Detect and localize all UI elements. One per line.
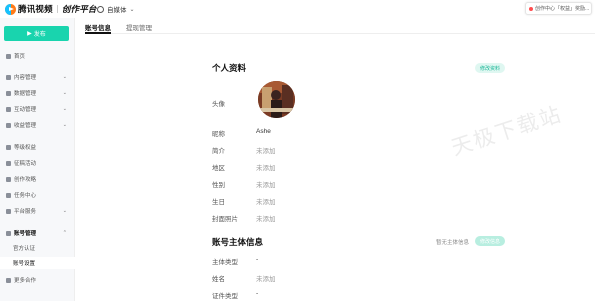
- chevron-down-icon: ⌄: [62, 90, 67, 96]
- sidebar-item-label: 收益管理: [14, 123, 37, 129]
- sidebar-item-label: 互动管理: [14, 107, 37, 113]
- account-type-label: 自媒体: [107, 7, 127, 14]
- sidebar-item-verification[interactable]: 官方认证: [0, 242, 75, 254]
- sidebar-item-cooperation[interactable]: 更多合作: [0, 274, 75, 286]
- chat-icon: [6, 106, 11, 112]
- cover-photo-value: 未添加: [256, 216, 276, 223]
- edit-profile-button[interactable]: 修改资料: [475, 63, 505, 73]
- id-type-label: 证件类型: [212, 293, 238, 300]
- account-type-dropdown[interactable]: 自媒体 ⌄: [97, 4, 135, 14]
- home-icon: [6, 53, 11, 59]
- brand-name: 腾讯视频: [18, 4, 53, 14]
- logo-divider: [56, 5, 58, 13]
- publish-button[interactable]: ▶ 发布: [4, 26, 69, 41]
- main-content: 账号信息 提现管理 个人资料 修改资料 头像 昵称 Ashe 简介 未添加 地区…: [75, 18, 600, 301]
- bio-value: 未添加: [256, 148, 276, 155]
- sidebar: ▶ 发布 首页 内容管理 ⌄ 数据管理 ⌄ 互动管理 ⌄ 收益管理 ⌄ 等级权益…: [0, 18, 75, 301]
- chevron-down-icon: ⌄: [62, 122, 67, 128]
- region-value: 未添加: [256, 165, 276, 172]
- account-type-icon: [97, 5, 104, 13]
- avatar[interactable]: [258, 81, 295, 118]
- badge-icon: [6, 144, 11, 150]
- chevron-up-icon: ⌃: [62, 230, 67, 236]
- sidebar-item-interaction[interactable]: 互动管理 ⌄: [0, 103, 75, 115]
- chevron-down-icon: ⌄: [129, 6, 135, 13]
- tab-bar: 账号信息 提现管理: [85, 18, 595, 34]
- sidebar-item-level[interactable]: 等级权益: [0, 141, 75, 153]
- tab-withdrawal[interactable]: 提现管理: [126, 22, 152, 34]
- sidebar-item-label: 账号管理: [14, 231, 37, 237]
- gender-label: 性别: [212, 182, 225, 189]
- task-icon: [6, 192, 11, 198]
- data-icon: [6, 90, 11, 96]
- region-label: 地区: [212, 165, 225, 172]
- chevron-down-icon: ⌄: [62, 74, 67, 80]
- sidebar-item-tasks[interactable]: 任务中心: [0, 189, 75, 201]
- notification-text: 创作中心「权益」奖励...: [535, 6, 590, 12]
- sidebar-item-guide[interactable]: 创作攻略: [0, 173, 75, 185]
- logo[interactable]: 腾讯视频 创作平台: [5, 3, 97, 15]
- tab-account-info[interactable]: 账号信息: [85, 22, 111, 34]
- publish-label: 发布: [33, 32, 46, 38]
- sidebar-item-services[interactable]: 平台服务 ⌄: [0, 205, 75, 217]
- sidebar-item-revenue[interactable]: 收益管理 ⌄: [0, 119, 75, 131]
- notification-banner[interactable]: 创作中心「权益」奖励...: [525, 2, 592, 15]
- sidebar-item-label: 任务中心: [14, 193, 37, 199]
- account-icon: [6, 230, 11, 236]
- avatar-image: [258, 81, 295, 118]
- sidebar-item-data[interactable]: 数据管理 ⌄: [0, 87, 75, 99]
- name-label: 姓名: [212, 276, 225, 283]
- entity-hint: 暂无主体信息: [436, 240, 470, 246]
- sidebar-item-account-settings[interactable]: 账号设置: [0, 257, 75, 269]
- sidebar-item-label: 创作攻略: [14, 177, 37, 183]
- sidebar-item-label: 账号设置: [13, 261, 36, 267]
- sidebar-item-label: 内容管理: [14, 75, 37, 81]
- content-icon: [6, 74, 11, 80]
- brand-subtitle: 创作平台: [61, 4, 97, 14]
- chevron-down-icon: ⌄: [62, 208, 67, 214]
- bulb-icon: [6, 176, 11, 182]
- profile-title: 个人资料: [212, 63, 247, 73]
- notification-dot-icon: [529, 6, 533, 11]
- heart-icon: [6, 277, 11, 283]
- sidebar-item-label: 首页: [14, 54, 26, 60]
- cover-photo-label: 封面照片: [212, 216, 238, 223]
- nickname-label: 昵称: [212, 131, 225, 138]
- chevron-down-icon: ⌄: [62, 106, 67, 112]
- sidebar-item-content[interactable]: 内容管理 ⌄: [0, 71, 75, 83]
- sidebar-item-label: 等级权益: [14, 145, 37, 151]
- sidebar-item-label: 数据管理: [14, 91, 37, 97]
- sidebar-item-label: 官方认证: [13, 246, 36, 252]
- sidebar-item-home[interactable]: 首页: [0, 50, 75, 62]
- top-bar: 腾讯视频 创作平台 自媒体 ⌄ 创作中心「权益」奖励...: [0, 0, 600, 18]
- gender-value: 未添加: [256, 182, 276, 189]
- wallet-icon: [6, 122, 11, 128]
- entity-title: 账号主体信息: [212, 237, 264, 247]
- service-icon: [6, 208, 11, 214]
- bio-label: 简介: [212, 148, 225, 155]
- sidebar-item-account[interactable]: 账号管理 ⌃: [0, 227, 75, 239]
- megaphone-icon: [6, 160, 11, 166]
- watermark: 天极下载站: [448, 101, 566, 161]
- video-icon: ▶: [27, 31, 32, 37]
- sidebar-item-label: 平台服务: [14, 209, 37, 215]
- edit-entity-button[interactable]: 修改信息: [475, 236, 505, 246]
- nickname-value: Ashe: [256, 128, 271, 135]
- birthday-value: 未添加: [256, 199, 276, 206]
- avatar-label: 头像: [212, 101, 225, 108]
- entity-type-value: -: [256, 256, 259, 263]
- sidebar-item-label: 征稿活动: [14, 161, 37, 167]
- name-value: 未添加: [256, 276, 276, 283]
- birthday-label: 生日: [212, 199, 225, 206]
- entity-type-label: 主体类型: [212, 259, 238, 266]
- id-type-value: -: [256, 290, 259, 297]
- tencent-video-logo-icon: [5, 3, 16, 15]
- sidebar-item-events[interactable]: 征稿活动: [0, 157, 75, 169]
- sidebar-item-label: 更多合作: [14, 278, 37, 284]
